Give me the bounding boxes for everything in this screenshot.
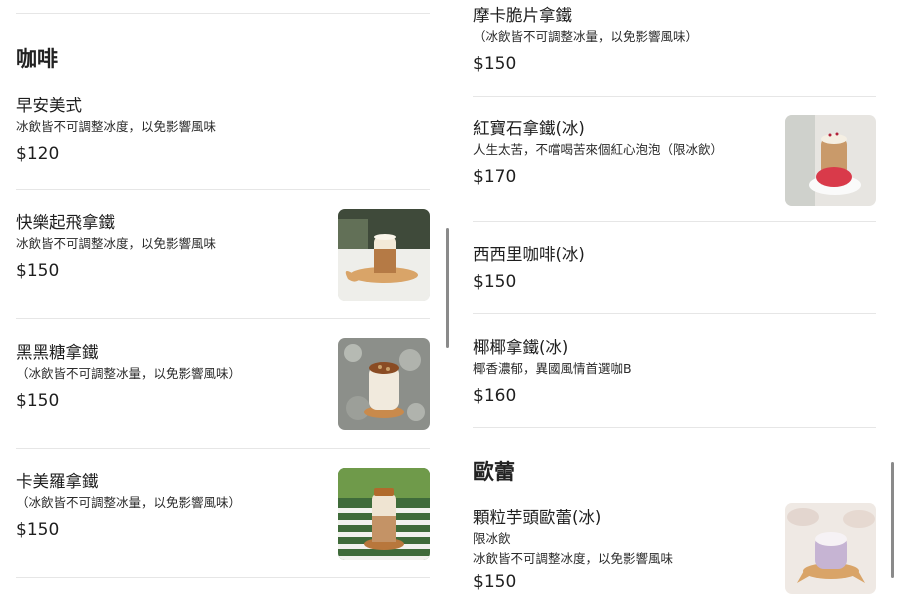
scrollbar-left[interactable] xyxy=(446,228,449,348)
item-photo[interactable] xyxy=(338,209,430,301)
section-title-coffee: 咖啡 xyxy=(16,47,58,71)
item-description: 冰飲皆不可調整冰度，以免影響風味 xyxy=(16,119,217,134)
divider xyxy=(16,189,430,190)
scrollbar-right[interactable] xyxy=(891,462,894,578)
divider xyxy=(16,13,430,14)
item-name: 椰椰拿鐵(冰) xyxy=(473,338,569,357)
menu-item-sicilian-coffee[interactable]: 西西里咖啡(冰) $150 xyxy=(473,244,876,294)
item-name: 早安美式 xyxy=(16,96,82,115)
item-photo[interactable] xyxy=(785,115,876,206)
left-menu-column: 咖啡 早安美式 冰飲皆不可調整冰度，以免影響風味 $120 快樂起飛拿鐵 冰飲皆… xyxy=(16,0,430,600)
divider xyxy=(16,448,430,449)
menu-item-coconut-latte[interactable]: 椰椰拿鐵(冰) 椰香濃郁，異國風情首選咖B $160 xyxy=(473,337,876,408)
item-price: $150 xyxy=(473,272,517,292)
item-photo[interactable] xyxy=(785,503,876,594)
menu-item-morning-americano[interactable]: 早安美式 冰飲皆不可調整冰度，以免影響風味 $120 xyxy=(16,95,430,166)
divider xyxy=(473,313,876,314)
menu-item-mocha-crisp-latte[interactable]: 摩卡脆片拿鐵 （冰飲皆不可調整冰量，以免影響風味） $150 xyxy=(473,5,876,76)
item-name: 摩卡脆片拿鐵 xyxy=(473,6,572,25)
item-description: 椰香濃郁，異國風情首選咖B xyxy=(473,361,632,376)
divider xyxy=(16,318,430,319)
item-description: （冰飲皆不可調整冰量，以免影響風味） xyxy=(473,29,699,44)
item-name: 西西里咖啡(冰) xyxy=(473,245,585,264)
item-price: $150 xyxy=(473,54,517,74)
divider xyxy=(473,221,876,222)
right-menu-column: 摩卡脆片拿鐵 （冰飲皆不可調整冰量，以免影響風味） $150 紅寶石拿鐵(冰) … xyxy=(473,0,876,600)
item-photo[interactable] xyxy=(338,468,430,560)
divider xyxy=(473,427,876,428)
section-title-au-lait: 歐蕾 xyxy=(473,460,515,484)
divider xyxy=(473,96,876,97)
item-price: $160 xyxy=(473,386,517,406)
item-photo[interactable] xyxy=(338,338,430,430)
divider xyxy=(16,577,430,578)
item-price: $120 xyxy=(16,144,60,164)
